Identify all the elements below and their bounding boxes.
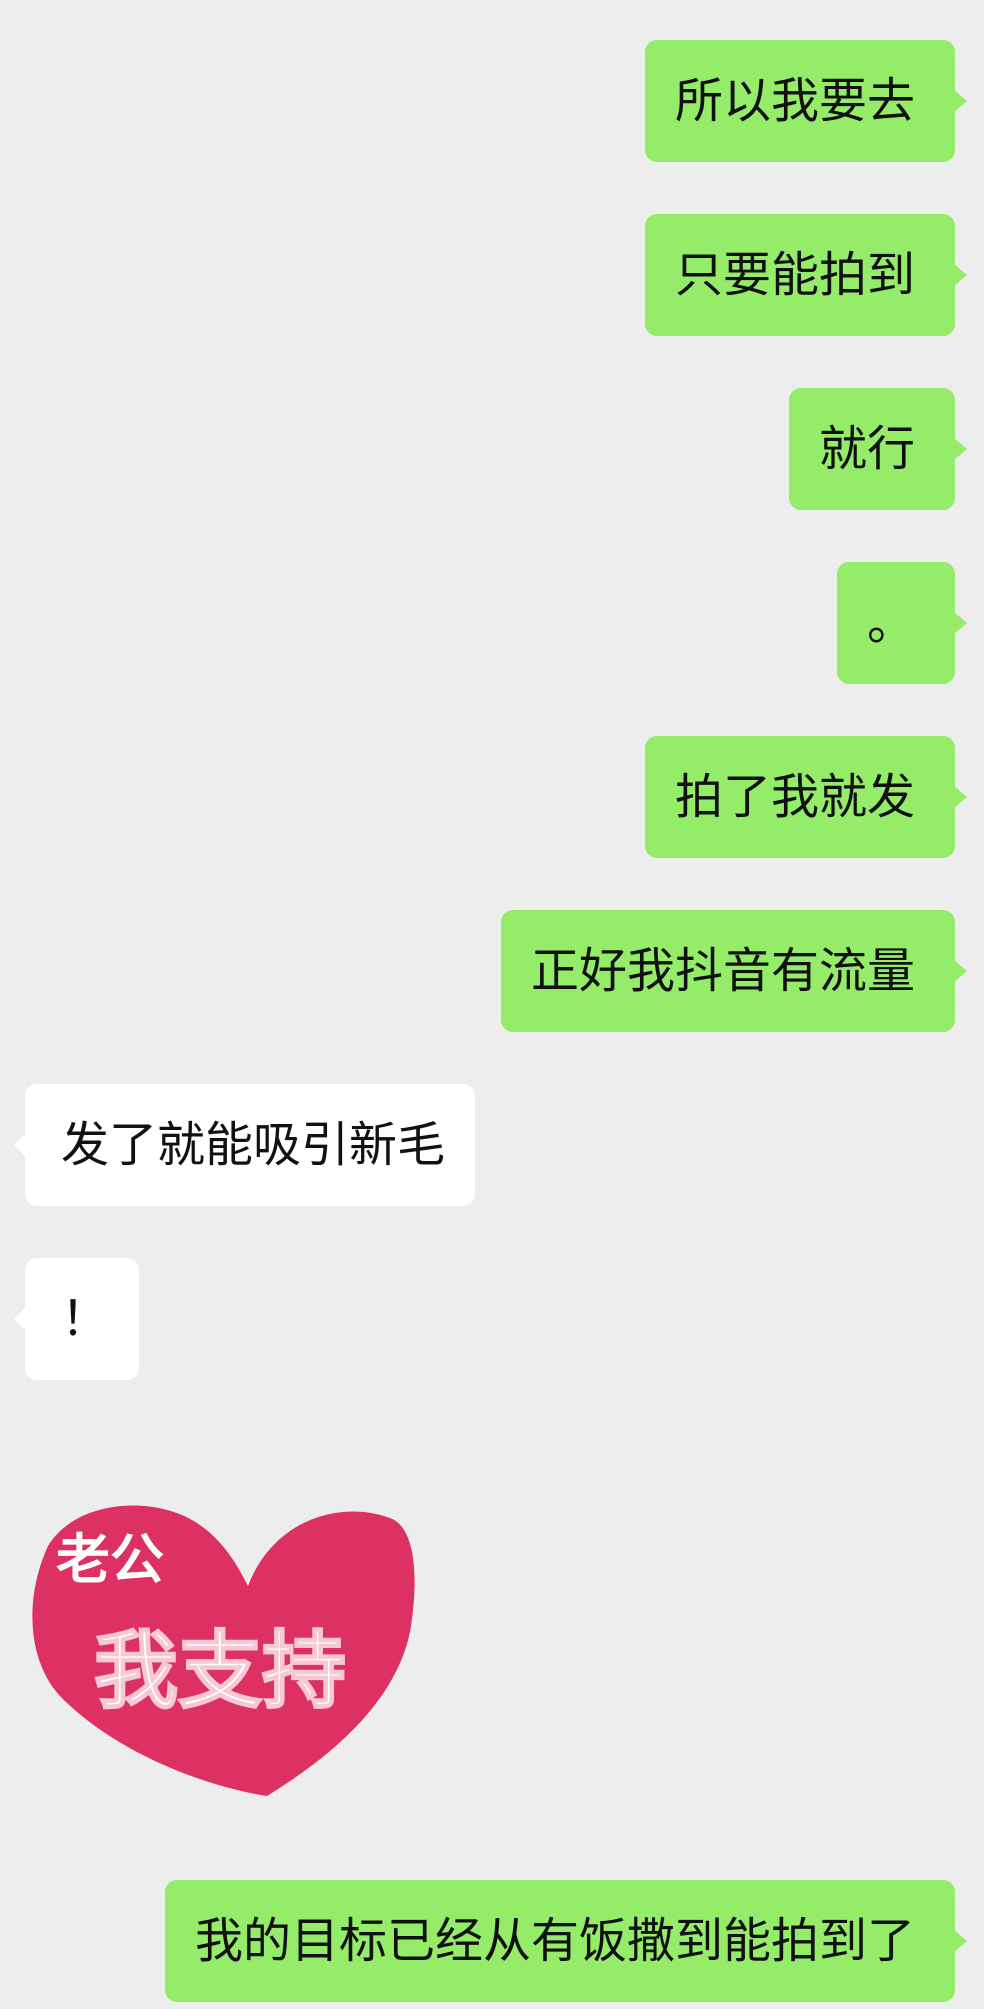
message-bubble-received[interactable]: ！ xyxy=(13,1258,140,1380)
message-bubble-sent[interactable]: 拍了我就发 xyxy=(644,736,967,858)
message-text: 。 xyxy=(866,595,915,651)
bubble-tail xyxy=(13,1134,26,1156)
message-text: 我的目标已经从有饭撒到能拍到了 xyxy=(194,1913,915,1969)
message-text: 拍了我就发 xyxy=(674,769,915,825)
sticker-caption-small: 老公 xyxy=(56,1528,164,1591)
message-text: ！ xyxy=(61,1291,110,1347)
message-text: 所以我要去 xyxy=(674,73,915,129)
bubble-tail xyxy=(13,1308,26,1330)
message-bubble-sent[interactable]: 所以我要去 xyxy=(644,40,967,162)
chat-message-list[interactable]: 所以我要去 只要能拍到 就行 。 拍了我就发 正好我抖音有流量 发了就能吸引新毛… xyxy=(0,0,984,2009)
message-bubble-received[interactable]: 发了就能吸引新毛 xyxy=(13,1084,476,1206)
bubble-tail xyxy=(954,1930,967,1952)
message-bubble-sent[interactable]: 只要能拍到 xyxy=(644,214,967,336)
bubble-tail xyxy=(954,960,967,982)
message-text: 只要能拍到 xyxy=(674,247,915,303)
message-bubble-sent[interactable]: 。 xyxy=(836,562,967,684)
bubble-tail xyxy=(954,786,967,808)
message-bubble-sent[interactable]: 就行 xyxy=(788,388,967,510)
bubble-tail xyxy=(954,264,967,286)
message-text: 正好我抖音有流量 xyxy=(530,943,915,999)
bubble-tail xyxy=(954,612,967,634)
message-text: 就行 xyxy=(818,421,915,477)
bubble-tail xyxy=(954,90,967,112)
bubble-tail xyxy=(954,438,967,460)
message-bubble-sent[interactable]: 我的目标已经从有饭撒到能拍到了 xyxy=(164,1880,967,2002)
heart-sticker[interactable]: 老公 我支持 xyxy=(22,1490,416,1802)
sticker-caption-large: 我支持 xyxy=(94,1622,346,1720)
message-bubble-sent[interactable]: 正好我抖音有流量 xyxy=(500,910,967,1032)
message-text: 发了就能吸引新毛 xyxy=(61,1117,446,1173)
